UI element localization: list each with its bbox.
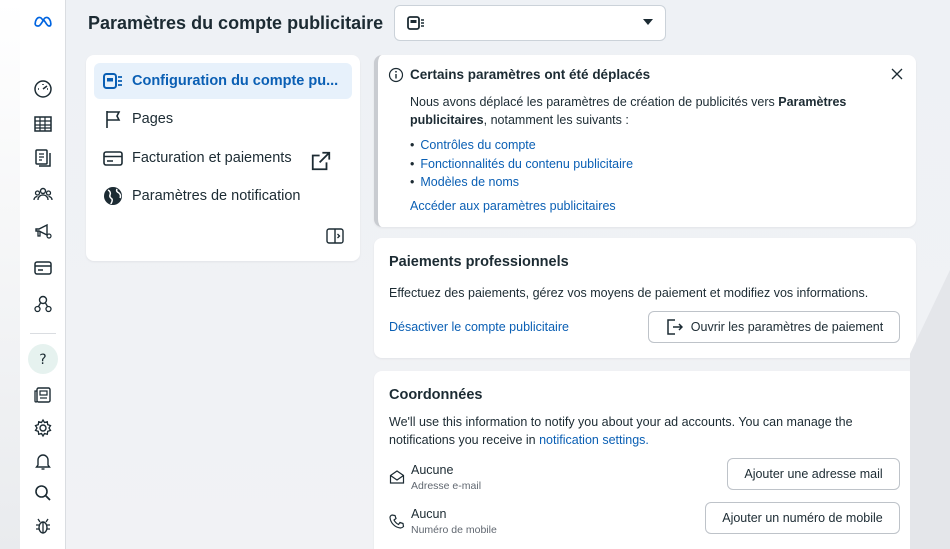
background-left — [0, 0, 20, 549]
naming-templates-link[interactable]: Modèles de noms — [420, 175, 519, 189]
dashboard-icon[interactable] — [28, 74, 58, 104]
table-icon[interactable] — [28, 109, 58, 139]
nav-item-billing[interactable]: Facturation et paiements — [94, 140, 352, 176]
gear-icon[interactable] — [28, 413, 58, 443]
ad-account-icon — [407, 16, 424, 30]
info-icon — [388, 67, 404, 83]
globe-icon — [104, 187, 122, 205]
nav-label: Paramètres de notification — [132, 188, 301, 204]
billing-card-icon[interactable] — [28, 253, 58, 283]
list-item: Modèles de noms — [410, 173, 633, 192]
email-label: Adresse e-mail — [411, 480, 482, 492]
open-external-icon — [667, 319, 683, 335]
bug-icon[interactable] — [28, 511, 58, 541]
ad-account-selector[interactable] — [394, 5, 666, 41]
credit-card-icon — [103, 151, 123, 166]
megaphone-settings-icon[interactable] — [28, 216, 58, 246]
chevron-down-icon — [643, 19, 653, 25]
main-content: Paramètres du compte publicitaire Config… — [66, 0, 950, 549]
email-row: Aucune Adresse e-mail — [389, 463, 901, 499]
open-payment-settings-label: Ouvrir les paramètres de paiement — [690, 320, 884, 334]
envelope-icon — [389, 470, 405, 484]
svg-text:?: ? — [39, 352, 46, 368]
notification-settings-link[interactable]: notification settings. — [539, 433, 649, 447]
payments-description: Effectuez des paiements, gérez vos moyen… — [389, 286, 869, 300]
notice-title: Certains paramètres ont été déplacés — [410, 67, 651, 82]
mobile-row: Aucun Numéro de mobile — [389, 507, 901, 543]
email-value: Aucune — [411, 463, 454, 477]
open-payment-settings-button[interactable]: Ouvrir les paramètres de paiement — [648, 311, 900, 343]
nav-item-pages[interactable]: Pages — [94, 101, 352, 137]
phone-icon — [389, 514, 405, 529]
search-icon[interactable] — [28, 478, 58, 508]
nav-label: Configuration du compte pu... — [132, 73, 339, 89]
nav-item-ad-account-setup[interactable]: Configuration du compte pu... — [94, 63, 352, 99]
payments-title: Paiements professionnels — [389, 254, 569, 270]
news-icon[interactable] — [28, 380, 58, 410]
close-icon[interactable] — [890, 67, 904, 81]
bell-icon[interactable] — [28, 446, 58, 476]
meta-logo-icon[interactable] — [28, 6, 58, 36]
list-item: Contrôles du compte — [410, 136, 633, 155]
pages-icon[interactable] — [28, 143, 58, 173]
business-payments-card: Paiements professionnels Effectuez des p… — [374, 238, 916, 358]
settings-moved-notice: Certains paramètres ont été déplacés Nou… — [374, 55, 916, 227]
nav-label: Facturation et paiements — [132, 150, 292, 166]
notice-body-suffix: , notamment les suivants : — [483, 113, 629, 127]
settings-sidenav: Configuration du compte pu... Pages Fact… — [86, 55, 360, 261]
nav-item-notifications[interactable]: Paramètres de notification — [94, 178, 352, 214]
external-link-icon — [311, 151, 331, 171]
ad-content-features-link[interactable]: Fonctionnalités du contenu publicitaire — [420, 157, 633, 171]
notice-body: Nous avons déplacé les paramètres de cré… — [410, 93, 880, 129]
page-title: Paramètres du compte publicitaire — [88, 13, 384, 33]
collapse-panel-icon[interactable] — [326, 227, 344, 245]
ad-settings-link[interactable]: Accéder aux paramètres publicitaires — [410, 199, 616, 213]
audience-icon[interactable] — [28, 179, 58, 209]
app-rail: ? — [20, 0, 66, 549]
nav-label: Pages — [132, 111, 174, 127]
mobile-value: Aucun — [411, 507, 447, 521]
deactivate-account-link[interactable]: Désactiver le compte publicitaire — [389, 320, 569, 334]
notice-body-prefix: Nous avons déplacé les paramètres de cré… — [410, 95, 779, 109]
ad-account-icon — [103, 73, 122, 89]
contact-title: Coordonnées — [389, 387, 483, 403]
rail-separator — [30, 333, 56, 334]
flag-icon — [106, 111, 121, 128]
account-controls-link[interactable]: Contrôles du compte — [420, 138, 535, 152]
list-item: Fonctionnalités du contenu publicitaire — [410, 155, 633, 174]
mobile-label: Numéro de mobile — [411, 524, 497, 536]
help-icon[interactable]: ? — [28, 344, 58, 374]
contact-description: We'll use this information to notify you… — [389, 413, 889, 449]
moved-settings-list: Contrôles du compte Fonctionnalités du c… — [410, 136, 633, 192]
business-network-icon[interactable] — [28, 289, 58, 319]
